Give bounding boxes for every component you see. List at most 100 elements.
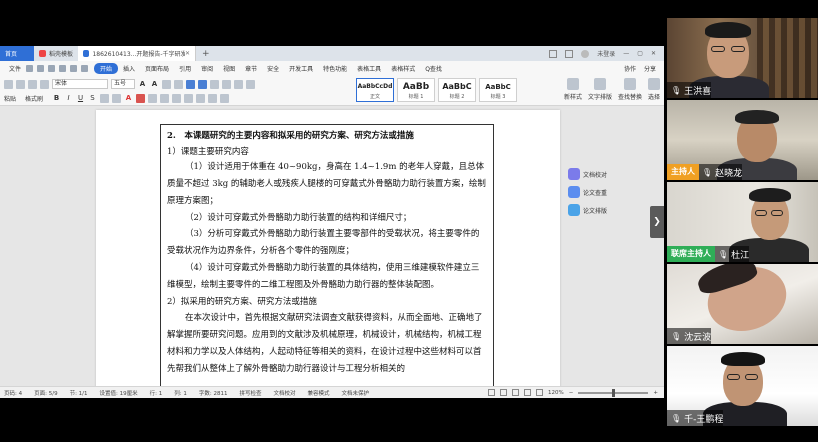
ribbon-tab-features[interactable]: 特色功能: [318, 64, 352, 73]
status-spell-check[interactable]: 拼写检查: [239, 389, 261, 397]
align-center-icon[interactable]: [160, 93, 169, 103]
zoom-slider[interactable]: [578, 388, 649, 397]
paste-icon[interactable]: [4, 79, 13, 89]
underline-icon[interactable]: U: [76, 94, 85, 102]
copy-icon[interactable]: [28, 79, 37, 89]
status-pages[interactable]: 页面: 5/9: [34, 389, 57, 397]
ribbon-tab-home[interactable]: 开始: [94, 63, 119, 74]
shading-icon[interactable]: [208, 93, 217, 103]
borders-icon[interactable]: [220, 93, 229, 103]
plagiarism-check-button[interactable]: 论文查重: [568, 186, 607, 198]
ribbon-tab-references[interactable]: 引用: [174, 64, 196, 73]
outdent-icon[interactable]: [210, 79, 219, 89]
ribbon-tab-file[interactable]: 文件: [4, 64, 26, 73]
grow-font-icon[interactable]: A: [138, 80, 147, 88]
ribbon-tab-insert[interactable]: 插入: [118, 64, 140, 73]
page-view-icon[interactable]: [500, 389, 508, 396]
share-button[interactable]: 分享: [644, 64, 656, 73]
subscript-icon[interactable]: [112, 93, 121, 103]
open-icon[interactable]: [26, 65, 34, 72]
ribbon-tab-layout[interactable]: 页面布局: [140, 64, 174, 73]
layout-icon[interactable]: [549, 49, 558, 58]
new-tab-button[interactable]: +: [196, 49, 216, 59]
close-tab-icon[interactable]: ✕: [185, 50, 190, 57]
eye-protect-icon[interactable]: [488, 389, 496, 396]
status-protect[interactable]: 文档未保护: [342, 389, 370, 397]
redo-icon[interactable]: [81, 65, 89, 72]
skin-icon[interactable]: [565, 49, 574, 58]
font-name-select[interactable]: 宋体: [52, 79, 108, 89]
minimize-icon[interactable]: —: [623, 50, 629, 57]
participant-tile-3[interactable]: 联席主持人 🎙 杜江: [667, 182, 818, 262]
undo-icon[interactable]: [70, 65, 78, 72]
status-words[interactable]: 字数: 2811: [199, 389, 228, 397]
strikethrough-icon[interactable]: S: [88, 94, 97, 102]
print-icon[interactable]: [48, 65, 56, 72]
tab-docer[interactable]: 稻壳模板: [34, 46, 78, 61]
status-doc-check[interactable]: 文档校对: [273, 389, 295, 397]
proposal-table-cell[interactable]: 2. 本课题研究的主要内容和拟采用的研究方案、研究方法或措施 1）课题主要研究内…: [160, 124, 494, 390]
style-heading-2[interactable]: AaBbC 标题 2: [438, 78, 476, 102]
format-painter-label[interactable]: 格式刷: [25, 94, 49, 103]
show-marks-icon[interactable]: [246, 79, 255, 89]
maximize-icon[interactable]: ▢: [637, 50, 643, 57]
sort-icon[interactable]: [234, 79, 243, 89]
doc-proofread-button[interactable]: 文档校对: [568, 168, 607, 180]
phonetic-icon[interactable]: [174, 79, 183, 89]
ribbon-tab-table-style[interactable]: 表格样式: [386, 64, 420, 73]
clear-format-icon[interactable]: [162, 79, 171, 89]
paste-label[interactable]: 粘贴: [4, 94, 22, 103]
login-label[interactable]: 未登录: [597, 49, 615, 58]
tab-document[interactable]: 1862610413...开题报告-千字研发者 ✕: [78, 46, 197, 61]
reading-view-icon[interactable]: [536, 389, 544, 396]
justify-icon[interactable]: [184, 93, 193, 103]
ribbon-tab-security[interactable]: 安全: [262, 64, 284, 73]
bullets-icon[interactable]: [186, 79, 195, 89]
cut-icon[interactable]: [16, 79, 25, 89]
preview-icon[interactable]: [59, 65, 67, 72]
participant-tile-2[interactable]: 主持人 🎙 赵晓龙: [667, 100, 818, 180]
font-size-select[interactable]: 五号: [111, 79, 135, 89]
numbering-icon[interactable]: [198, 79, 207, 89]
text-layout-button[interactable]: 文字排版: [588, 78, 612, 101]
align-left-icon[interactable]: [148, 93, 157, 103]
collab-button[interactable]: 协作: [624, 64, 636, 73]
ribbon-tab-developer[interactable]: 开发工具: [284, 64, 318, 73]
style-heading-3[interactable]: AaBbC 标题 3: [479, 78, 517, 102]
outline-view-icon[interactable]: [512, 389, 520, 396]
style-normal[interactable]: AaBbCcDd 正文: [356, 78, 394, 102]
web-view-icon[interactable]: [524, 389, 532, 396]
ribbon-tab-section[interactable]: 章节: [240, 64, 262, 73]
tab-home[interactable]: 首页: [0, 46, 34, 61]
align-right-icon[interactable]: [172, 93, 181, 103]
participant-tile-1[interactable]: 🎙 王洪喜: [667, 18, 818, 98]
zoom-out-icon[interactable]: −: [569, 390, 574, 396]
collapse-panel-chevron-icon[interactable]: ❯: [650, 206, 664, 238]
line-spacing-icon[interactable]: [196, 93, 205, 103]
participant-tile-5[interactable]: 🎙 千-王鹏程: [667, 346, 818, 426]
shrink-font-icon[interactable]: A: [150, 80, 159, 88]
style-heading-1[interactable]: AaBb 标题 1: [397, 78, 435, 102]
save-icon[interactable]: [37, 65, 45, 72]
ribbon-tab-table-tools[interactable]: 表格工具: [352, 64, 386, 73]
participant-tile-4[interactable]: 🎙 沈云波: [667, 264, 818, 344]
find-replace-button[interactable]: 查找替换: [618, 78, 642, 101]
ribbon-tab-review[interactable]: 审阅: [196, 64, 218, 73]
zoom-in-icon[interactable]: +: [653, 390, 658, 396]
ribbon-tab-view[interactable]: 视图: [218, 64, 240, 73]
bold-icon[interactable]: B: [52, 94, 61, 102]
zoom-level[interactable]: 120%: [548, 390, 564, 396]
italic-icon[interactable]: I: [64, 94, 73, 102]
thesis-format-button[interactable]: 论文排版: [568, 204, 607, 216]
new-style-button[interactable]: 新样式: [564, 78, 582, 101]
format-painter-icon[interactable]: [40, 79, 49, 89]
highlight-icon[interactable]: [136, 93, 145, 103]
select-button[interactable]: 选择: [647, 78, 660, 101]
user-avatar-icon[interactable]: [581, 49, 590, 58]
ribbon-tab-search[interactable]: Q查找: [420, 64, 447, 73]
zoom-slider-knob[interactable]: [611, 388, 615, 397]
indent-icon[interactable]: [222, 79, 231, 89]
superscript-icon[interactable]: [100, 93, 109, 103]
font-color-icon[interactable]: A: [124, 94, 133, 102]
document-page[interactable]: 2. 本课题研究的主要内容和拟采用的研究方案、研究方法或措施 1）课题主要研究内…: [96, 110, 560, 390]
